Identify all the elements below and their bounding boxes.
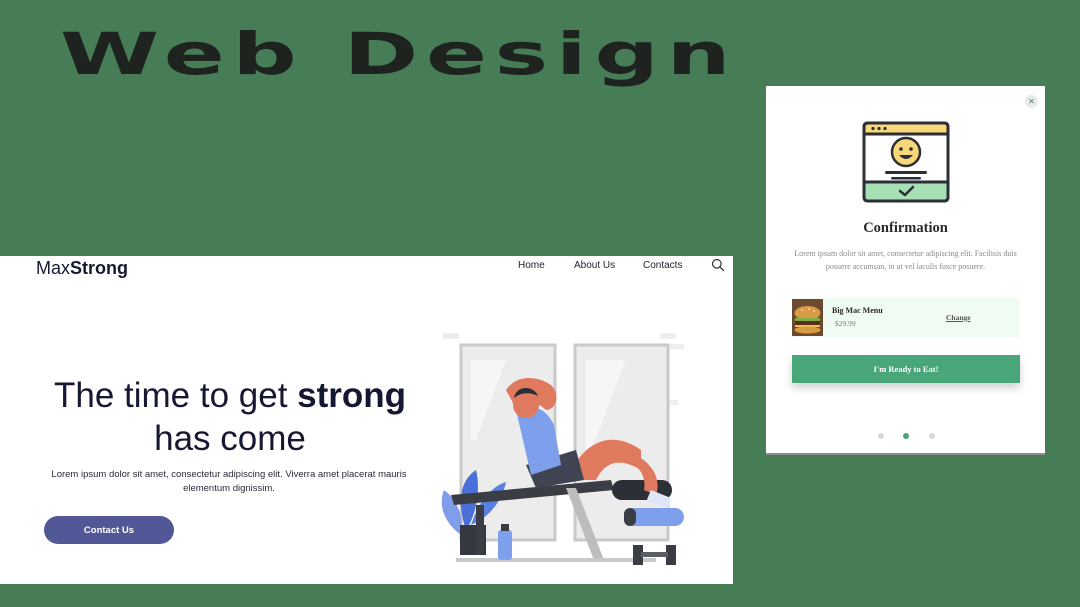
nav-home[interactable]: Home bbox=[518, 260, 545, 271]
site-logo[interactable]: MaxStrong bbox=[36, 257, 128, 279]
burger-image bbox=[792, 299, 823, 336]
close-icon[interactable]: ✕ bbox=[1025, 95, 1038, 108]
website-mockup: MaxStrong Home About Us Contacts The tim… bbox=[0, 256, 733, 584]
hero-title-bold: strong bbox=[297, 376, 407, 415]
search-icon[interactable] bbox=[711, 258, 725, 272]
pagination-dot-2[interactable] bbox=[903, 433, 909, 439]
item-price: $29.99 bbox=[835, 319, 856, 328]
hero-title-part1: The time to get bbox=[53, 376, 298, 415]
order-summary: Big Mac Menu $29.99 Change bbox=[792, 298, 1020, 337]
ready-to-eat-button[interactable]: I'm Ready to Eat! bbox=[792, 355, 1020, 383]
modal-description: Lorem ipsum dolor sit amet, consectetur … bbox=[794, 249, 1017, 271]
hero-title-part2: has come bbox=[154, 419, 306, 458]
confirmation-modal: ✕ Confirmation Lorem ipsum dolor sit ame… bbox=[766, 86, 1045, 455]
logo-regular: Max bbox=[36, 258, 71, 278]
contact-us-button[interactable]: Contact Us bbox=[44, 516, 174, 544]
logo-bold: Strong bbox=[70, 258, 129, 278]
hero-description: Lorem ipsum dolor sit amet, consectetur … bbox=[51, 469, 407, 494]
nav-contacts[interactable]: Contacts bbox=[643, 260, 682, 271]
pagination-dots bbox=[878, 433, 938, 441]
nav-about-us[interactable]: About Us bbox=[574, 260, 615, 271]
browser-smiley-icon bbox=[862, 121, 950, 203]
hero-title: The time to get strong has come bbox=[30, 374, 430, 460]
page-title: Web Design bbox=[60, 20, 739, 88]
item-name: Big Mac Menu bbox=[832, 306, 883, 315]
pagination-dot-3[interactable] bbox=[929, 433, 935, 439]
change-link[interactable]: Change bbox=[946, 313, 971, 322]
modal-title: Confirmation bbox=[863, 220, 948, 236]
pagination-dot-1[interactable] bbox=[878, 433, 884, 439]
workout-illustration bbox=[441, 333, 684, 565]
